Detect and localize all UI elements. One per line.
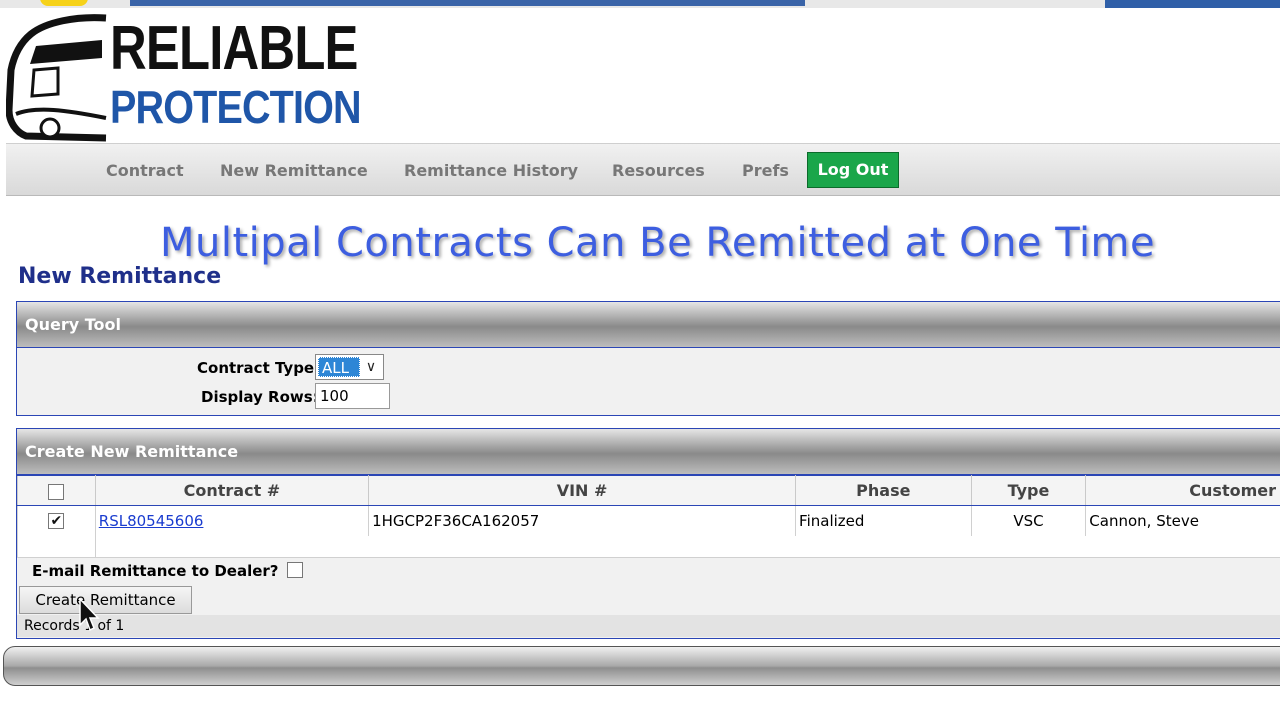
logo-text-protection: PROTECTION xyxy=(110,81,362,133)
table-empty-row xyxy=(17,535,1280,558)
browser-icon xyxy=(40,0,88,6)
phase-cell: Finalized xyxy=(795,505,972,536)
mouse-pointer-icon xyxy=(79,598,100,632)
video-caption-banner: Multipal Contracts Can Be Remitted at On… xyxy=(160,220,1156,266)
query-tool-panel: Query Tool Contract Type: ALL ∨ Display … xyxy=(16,301,1280,416)
records-count: Records 1 of 1 xyxy=(17,615,1280,637)
main-nav: Contract New Remittance Remittance Histo… xyxy=(6,143,1280,196)
column-type[interactable]: Type xyxy=(970,475,1087,506)
nav-contract[interactable]: Contract xyxy=(106,161,184,180)
chevron-down-icon: ∨ xyxy=(365,359,377,375)
create-remittance-button[interactable]: Create Remittance xyxy=(19,586,192,614)
create-remittance-panel: Create New Remittance Contract # VIN # P… xyxy=(16,428,1280,639)
browser-tab xyxy=(1105,0,1280,8)
create-remittance-header: Create New Remittance xyxy=(17,429,1280,475)
table-row: ✔ RSL80545606 1HGCP2F36CA162057 Finalize… xyxy=(17,505,1280,536)
vin-cell: 1HGCP2F36CA162057 xyxy=(368,505,797,536)
nav-new-remittance[interactable]: New Remittance xyxy=(220,161,368,180)
nav-resources[interactable]: Resources xyxy=(612,161,705,180)
remittance-table: Contract # VIN # Phase Type Customer ✔ R… xyxy=(17,475,1280,558)
contract-type-select[interactable]: ALL ∨ xyxy=(315,354,384,380)
column-phase[interactable]: Phase xyxy=(795,475,972,506)
contract-type-value: ALL xyxy=(318,357,360,377)
truck-icon xyxy=(6,14,107,142)
customer-cell: Cannon, Steve xyxy=(1085,505,1280,536)
browser-top-strip xyxy=(0,0,1280,8)
email-remittance-label: E-mail Remittance to Dealer? xyxy=(32,562,279,580)
contract-cell: RSL80545606 xyxy=(94,505,370,536)
logout-button[interactable]: Log Out xyxy=(807,152,899,188)
row-select-cell: ✔ xyxy=(17,505,96,536)
contract-link[interactable]: RSL80545606 xyxy=(99,512,204,530)
table-header-row: Contract # VIN # Phase Type Customer xyxy=(17,475,1280,506)
select-all-checkbox[interactable] xyxy=(48,483,65,500)
email-remittance-checkbox[interactable] xyxy=(286,562,303,578)
nav-remittance-history[interactable]: Remittance History xyxy=(404,161,578,180)
column-customer[interactable]: Customer xyxy=(1085,475,1280,506)
nav-prefs[interactable]: Prefs xyxy=(742,161,789,180)
contract-type-label: Contract Type: xyxy=(197,359,321,377)
type-cell: VSC xyxy=(970,505,1087,536)
email-remittance-row: E-mail Remittance to Dealer? xyxy=(32,562,303,580)
query-tool-header: Query Tool xyxy=(17,302,1280,348)
display-rows-input[interactable]: 100 xyxy=(315,383,390,409)
logo-text-reliable: RELIABLE xyxy=(110,14,358,83)
company-logo: RELIABLE PROTECTION xyxy=(6,10,366,142)
row-checkbox-checked[interactable]: ✔ xyxy=(48,513,65,530)
browser-tab-bar xyxy=(130,0,805,6)
footer-bar xyxy=(3,646,1280,686)
column-contract[interactable]: Contract # xyxy=(94,475,370,506)
display-rows-label: Display Rows: xyxy=(201,388,319,406)
column-vin[interactable]: VIN # xyxy=(368,475,797,506)
page-title: New Remittance xyxy=(18,264,222,289)
select-all-cell xyxy=(17,475,96,506)
